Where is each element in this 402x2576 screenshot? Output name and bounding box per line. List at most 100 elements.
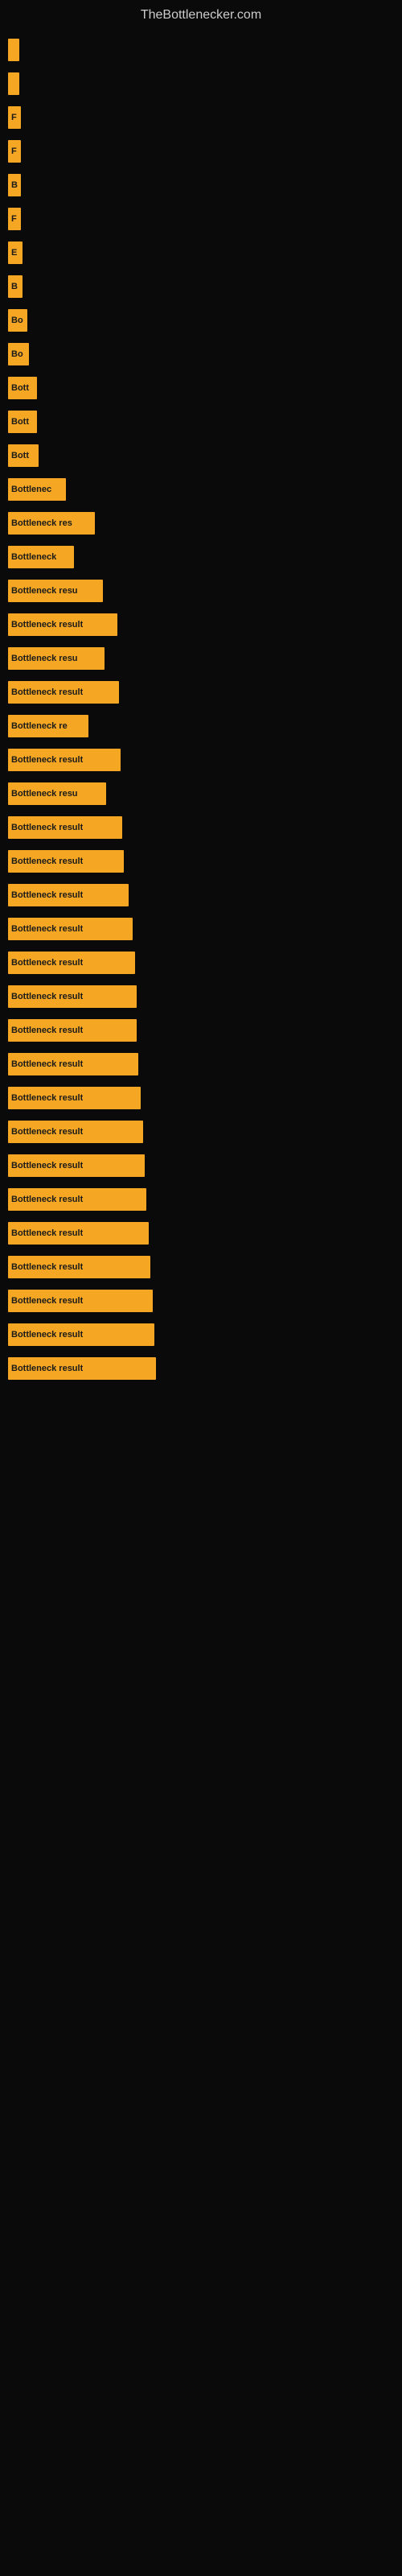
bottleneck-bar: Bottleneck result [8,816,122,839]
bar-row: Bottleneck result [8,1319,402,1350]
bar-row: Bottleneck result [8,1286,402,1316]
bottleneck-bar: Bottleneck result [8,1357,156,1380]
bar-label: Bottleneck re [11,721,68,731]
bottleneck-bar: B [8,275,23,298]
bar-row: Bottleneck result [8,1252,402,1282]
bar-label: Bottleneck result [11,620,83,630]
bar-row: Bottleneck result [8,1083,402,1113]
bar-label: E [11,248,17,258]
bottleneck-bar: Bottleneck result [8,1323,154,1346]
bar-row [8,68,402,99]
bar-row: Bott [8,373,402,403]
bottleneck-bar: Bottleneck res [8,512,95,535]
bottleneck-bar: F [8,106,21,129]
bottleneck-bar: Bottleneck re [8,715,88,737]
bottleneck-bar: Bottleneck result [8,749,121,771]
bar-label: Bottleneck result [11,1026,83,1035]
bar-row: Bottleneck result [8,880,402,910]
bar-row: Bottleneck result [8,745,402,775]
bar-label: Bottleneck result [11,992,83,1001]
bar-row: B [8,170,402,200]
bar-label: F [11,113,17,122]
bar-row: Bo [8,339,402,369]
bar-label: B [11,282,18,291]
bar-row: Bottleneck resu [8,576,402,606]
bottleneck-bar: Bottleneck result [8,1256,150,1278]
bar-row: Bottleneck result [8,981,402,1012]
site-title: TheBottlenecker.com [0,0,402,27]
bar-row: Bottleneck result [8,1117,402,1147]
bottleneck-bar: F [8,208,21,230]
bar-row: Bott [8,407,402,437]
bottleneck-bar: Bottleneck [8,546,74,568]
bottleneck-bar: Bo [8,343,29,365]
bar-label: Bottleneck result [11,1262,83,1272]
bar-row: Bottleneck result [8,1150,402,1181]
bottleneck-bar: Bottleneck result [8,1019,137,1042]
bottleneck-bar: Bott [8,444,39,467]
bar-label: Bott [11,451,29,460]
bottleneck-bar: Bottleneck result [8,1290,153,1312]
bar-label: Bottleneck result [11,1127,83,1137]
bottleneck-bar: Bottleneck result [8,681,119,704]
bar-row: Bottleneck result [8,947,402,978]
bar-row: Bottleneck resu [8,643,402,674]
bar-label: Bott [11,383,29,393]
bar-label: Bottleneck resu [11,586,78,596]
bar-label: Bottleneck result [11,1364,83,1373]
bar-row: F [8,204,402,234]
bar-label: Bottleneck result [11,1161,83,1170]
bar-row: Bottleneck result [8,609,402,640]
bar-row [8,35,402,65]
bar-label: F [11,214,17,224]
bar-label: Bottleneck result [11,1195,83,1204]
bar-row: Bottleneck resu [8,778,402,809]
bar-row: Bottleneck [8,542,402,572]
bar-label: Bottleneck result [11,890,83,900]
bar-label: Bottleneck res [11,518,72,528]
bottleneck-bar [8,39,19,61]
bar-label: Bottleneck result [11,1059,83,1069]
bottleneck-bar: Bottleneck result [8,850,124,873]
bottleneck-bar: Bottleneck resu [8,580,103,602]
bar-label: Bottleneck [11,552,56,562]
bar-label: Bott [11,417,29,427]
bottleneck-bar: Bottleneck resu [8,782,106,805]
bar-label: B [11,180,18,190]
bottleneck-bar: B [8,174,21,196]
bottleneck-bar: Bott [8,377,37,399]
bar-label: Bottleneck result [11,1228,83,1238]
bar-row: Bottleneck result [8,1353,402,1384]
bar-label: F [11,147,17,156]
bottleneck-bar: Bottlenec [8,478,66,501]
bar-row: Bottleneck result [8,812,402,843]
bottleneck-bar: F [8,140,21,163]
bottleneck-bar: Bottleneck resu [8,647,105,670]
bottleneck-bar: Bottleneck result [8,952,135,974]
bar-label: Bo [11,316,23,325]
bar-label: Bottleneck result [11,687,83,697]
bar-row: F [8,102,402,133]
bottleneck-bar: Bottleneck result [8,985,137,1008]
bottleneck-bar: Bo [8,309,27,332]
bar-row: Bottleneck result [8,677,402,708]
bar-row: Bott [8,440,402,471]
bar-row: B [8,271,402,302]
bars-container: F F B F E B Bo Bo Bott Bott Bott Bottlenec Bottlenec… [0,27,402,1387]
bar-row: Bottlenec [8,474,402,505]
bottleneck-bar: Bottleneck result [8,918,133,940]
bar-label: Bottleneck result [11,924,83,934]
bar-row: E [8,237,402,268]
bottleneck-bar: Bott [8,411,37,433]
bottleneck-bar: Bottleneck result [8,1222,149,1245]
bar-row: Bottleneck result [8,1015,402,1046]
bottleneck-bar [8,72,19,95]
bar-label: Bottleneck resu [11,654,78,663]
bar-row: Bottleneck result [8,914,402,944]
bar-row: Bottleneck result [8,1184,402,1215]
bar-row: Bottleneck result [8,1218,402,1249]
bar-label: Bottleneck resu [11,789,78,799]
bar-label: Bottleneck result [11,823,83,832]
bar-label: Bottleneck result [11,755,83,765]
bottleneck-bar: Bottleneck result [8,1087,141,1109]
